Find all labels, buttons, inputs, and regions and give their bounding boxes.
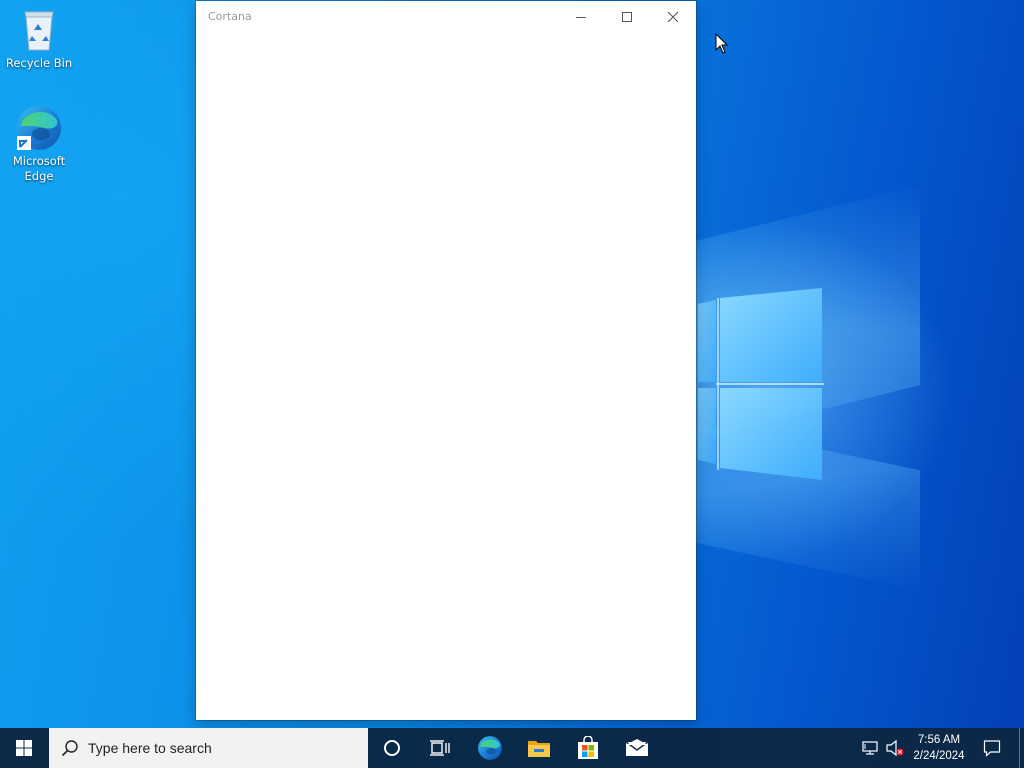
tray-network-button[interactable] <box>860 728 882 768</box>
task-view-icon <box>430 740 450 756</box>
desktop-icon-label: Edge <box>24 169 54 183</box>
taskbar-task-view-button[interactable] <box>416 728 464 768</box>
mouse-cursor-icon <box>715 33 729 54</box>
taskbar: Type here to search 7:56 AM 2/24/2024 <box>0 728 1024 768</box>
recycle-bin-icon <box>15 6 63 54</box>
windows-start-icon <box>16 740 32 756</box>
desktop-icon-recycle-bin[interactable]: Recycle Bin <box>0 6 78 71</box>
desktop-icon-label: Microsoft <box>12 154 66 168</box>
window-title: Cortana <box>208 10 252 23</box>
desktop-background: Recycle Bin Microsoft Edge Cortana <box>0 0 1024 728</box>
action-center-button[interactable] <box>978 728 1006 768</box>
tray-volume-button[interactable] <box>884 728 906 768</box>
edge-icon <box>478 736 502 760</box>
start-button[interactable] <box>0 728 48 768</box>
search-icon <box>61 740 78 757</box>
tray-clock[interactable]: 7:56 AM 2/24/2024 <box>906 732 972 764</box>
taskbar-file-explorer-button[interactable] <box>515 728 563 768</box>
cortana-circle-icon <box>384 740 400 756</box>
action-center-icon <box>983 740 1001 757</box>
mail-icon <box>625 739 649 756</box>
network-disconnected-icon <box>862 741 878 755</box>
close-icon <box>667 11 679 23</box>
minimize-icon <box>576 17 586 18</box>
clock-time: 7:56 AM <box>917 734 961 746</box>
cortana-window[interactable]: Cortana <box>196 1 696 720</box>
window-titlebar[interactable]: Cortana <box>196 1 696 33</box>
taskbar-mail-button[interactable] <box>613 728 661 768</box>
show-desktop-button[interactable] <box>1019 728 1024 768</box>
desktop-icon-label: Recycle Bin <box>5 56 73 70</box>
store-bag-icon <box>578 736 598 759</box>
maximize-button[interactable] <box>604 1 650 33</box>
edge-icon <box>15 104 63 152</box>
minimize-button[interactable] <box>558 1 604 33</box>
folder-icon <box>528 741 550 757</box>
close-button[interactable] <box>650 1 696 33</box>
cortana-content-area <box>196 33 696 720</box>
windows-logo-wallpaper <box>698 288 824 480</box>
taskbar-store-button[interactable] <box>564 728 612 768</box>
maximize-icon <box>622 12 632 22</box>
desktop-icon-microsoft-edge[interactable]: Microsoft Edge <box>0 104 78 184</box>
taskbar-cortana-button[interactable] <box>368 728 416 768</box>
volume-muted-icon <box>886 739 904 757</box>
taskbar-search-box[interactable]: Type here to search <box>49 728 368 768</box>
clock-date: 2/24/2024 <box>913 750 965 762</box>
taskbar-edge-button[interactable] <box>466 728 514 768</box>
search-placeholder: Type here to search <box>88 740 212 756</box>
